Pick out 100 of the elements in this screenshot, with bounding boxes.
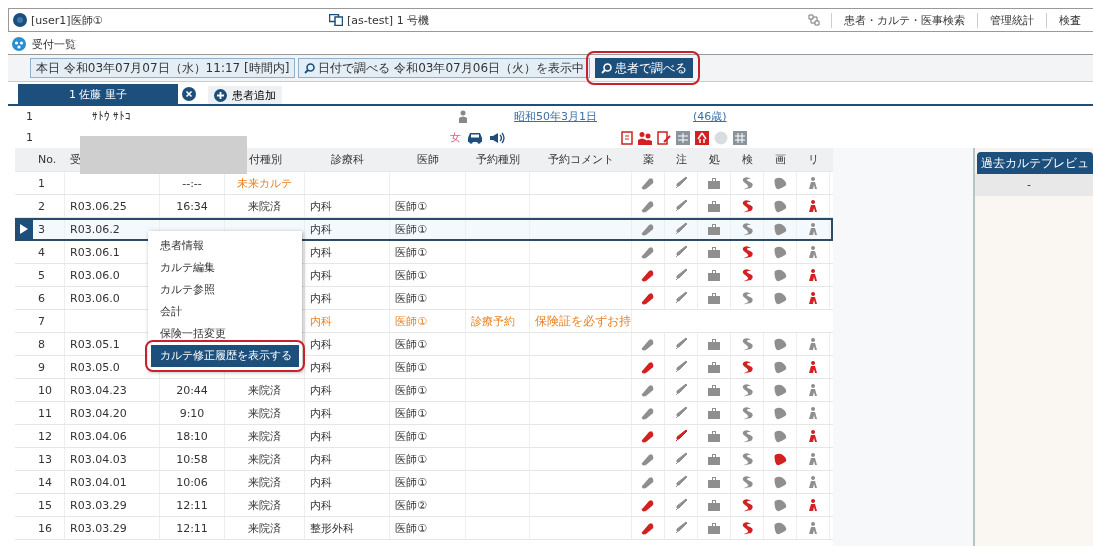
bag-icon[interactable]	[707, 291, 721, 305]
syringe-icon[interactable]	[674, 199, 688, 213]
syringe-icon[interactable]	[674, 429, 688, 443]
syringe-icon[interactable]	[674, 521, 688, 535]
bag-icon[interactable]	[707, 383, 721, 397]
bag-icon[interactable]	[707, 498, 721, 512]
bag-icon[interactable]	[707, 521, 721, 535]
image-icon[interactable]	[773, 222, 787, 236]
pill-icon[interactable]	[641, 475, 655, 489]
pill-icon[interactable]	[641, 245, 655, 259]
image-icon[interactable]	[773, 360, 787, 374]
person-icon[interactable]	[806, 452, 820, 466]
image-icon[interactable]	[773, 521, 787, 535]
preview-selector[interactable]: -	[975, 174, 1093, 196]
pill-icon[interactable]	[641, 360, 655, 374]
bag-icon[interactable]	[707, 245, 721, 259]
menu-link[interactable]: 管理統計	[977, 12, 1046, 28]
birthday-link[interactable]: 昭和50年3月1日	[514, 109, 597, 124]
bag-icon[interactable]	[707, 199, 721, 213]
date-cell: R03.06.25	[70, 199, 127, 213]
table-row[interactable]: 11 R03.04.20 9:10 来院済 内科 医師①	[15, 402, 833, 425]
pill-icon[interactable]	[641, 406, 655, 420]
syringe-icon[interactable]	[674, 268, 688, 282]
pill-icon[interactable]	[641, 199, 655, 213]
menu-link[interactable]: 検査	[1046, 12, 1093, 28]
person-icon[interactable]	[806, 222, 820, 236]
pill-icon[interactable]	[641, 521, 655, 535]
syringe-icon[interactable]	[674, 291, 688, 305]
person-icon[interactable]	[806, 360, 820, 374]
pill-icon[interactable]	[641, 176, 655, 190]
close-icon[interactable]	[182, 87, 196, 101]
image-icon[interactable]	[773, 268, 787, 282]
person-icon[interactable]	[806, 337, 820, 351]
person-icon[interactable]	[806, 176, 820, 190]
bag-icon[interactable]	[707, 268, 721, 282]
pill-icon[interactable]	[641, 337, 655, 351]
table-row[interactable]: 3 R03.06.2 内科 医師①	[15, 218, 833, 241]
circle-icon	[714, 130, 728, 145]
person-icon[interactable]	[806, 291, 820, 305]
table-row[interactable]: 10 R03.04.23 20:44 来院済 内科 医師①	[15, 379, 833, 402]
image-icon[interactable]	[773, 245, 787, 259]
patient-tab[interactable]: 1 佐藤 里子	[18, 84, 178, 104]
person-icon[interactable]	[806, 521, 820, 535]
table-row[interactable]: 16 R03.03.29 12:11 来院済 整形外科 医師①	[15, 517, 833, 540]
bag-icon[interactable]	[707, 337, 721, 351]
person-icon[interactable]	[806, 406, 820, 420]
toolbar-button[interactable]: 患者で調べる	[595, 58, 693, 78]
syringe-icon[interactable]	[674, 245, 688, 259]
person-icon[interactable]	[806, 475, 820, 489]
bag-icon[interactable]	[707, 176, 721, 190]
syringe-icon[interactable]	[674, 222, 688, 236]
image-icon[interactable]	[773, 475, 787, 489]
syringe-icon[interactable]	[674, 360, 688, 374]
image-icon[interactable]	[773, 199, 787, 213]
person-icon[interactable]	[806, 245, 820, 259]
syringe-icon[interactable]	[674, 383, 688, 397]
pill-icon[interactable]	[641, 429, 655, 443]
image-icon[interactable]	[773, 452, 787, 466]
menu-link[interactable]: 患者・カルテ・医事検索	[831, 12, 977, 28]
syringe-icon[interactable]	[674, 498, 688, 512]
pill-icon[interactable]	[641, 268, 655, 282]
pill-icon[interactable]	[641, 383, 655, 397]
image-icon[interactable]	[773, 176, 787, 190]
pill-icon[interactable]	[641, 452, 655, 466]
pill-icon[interactable]	[641, 498, 655, 512]
person-icon[interactable]	[806, 429, 820, 443]
syringe-icon[interactable]	[674, 406, 688, 420]
image-icon[interactable]	[773, 383, 787, 397]
table-row[interactable]: 14 R03.04.01 10:06 来院済 内科 医師①	[15, 471, 833, 494]
syringe-icon[interactable]	[674, 176, 688, 190]
person-icon[interactable]	[806, 268, 820, 282]
menu-item[interactable]: カルテ修正履歴を表示する	[151, 345, 299, 367]
image-icon[interactable]	[773, 406, 787, 420]
person-icon[interactable]	[806, 199, 820, 213]
pill-icon[interactable]	[641, 222, 655, 236]
bag-icon[interactable]	[707, 406, 721, 420]
image-icon[interactable]	[773, 498, 787, 512]
network-icon[interactable]	[807, 13, 821, 27]
preview-tab[interactable]: 過去カルテプレビュ	[977, 152, 1093, 174]
toolbar-button[interactable]: 本日 令和03年07月07日（水）11:17 [時間内]	[30, 58, 296, 78]
add-patient-button[interactable]: 患者追加	[208, 86, 282, 104]
image-icon[interactable]	[773, 429, 787, 443]
image-icon[interactable]	[773, 337, 787, 351]
image-icon[interactable]	[773, 291, 787, 305]
syringe-icon[interactable]	[674, 475, 688, 489]
bag-icon[interactable]	[707, 429, 721, 443]
bag-icon[interactable]	[707, 475, 721, 489]
syringe-icon[interactable]	[674, 337, 688, 351]
table-row[interactable]: 12 R03.04.06 18:10 来院済 内科 医師①	[15, 425, 833, 448]
person-icon[interactable]	[806, 498, 820, 512]
bag-icon[interactable]	[707, 222, 721, 236]
syringe-icon[interactable]	[674, 452, 688, 466]
person-icon[interactable]	[806, 383, 820, 397]
pill-icon[interactable]	[641, 291, 655, 305]
toolbar-button[interactable]: 日付で調べる 令和03年07月06日（火）を表示中	[298, 58, 590, 78]
bag-icon[interactable]	[707, 360, 721, 374]
table-row[interactable]: 15 R03.03.29 12:11 来院済 内科 医師②	[15, 494, 833, 517]
table-row[interactable]: 13 R03.04.03 10:58 来院済 内科 医師①	[15, 448, 833, 471]
age-link[interactable]: (46歳)	[693, 109, 727, 124]
bag-icon[interactable]	[707, 452, 721, 466]
